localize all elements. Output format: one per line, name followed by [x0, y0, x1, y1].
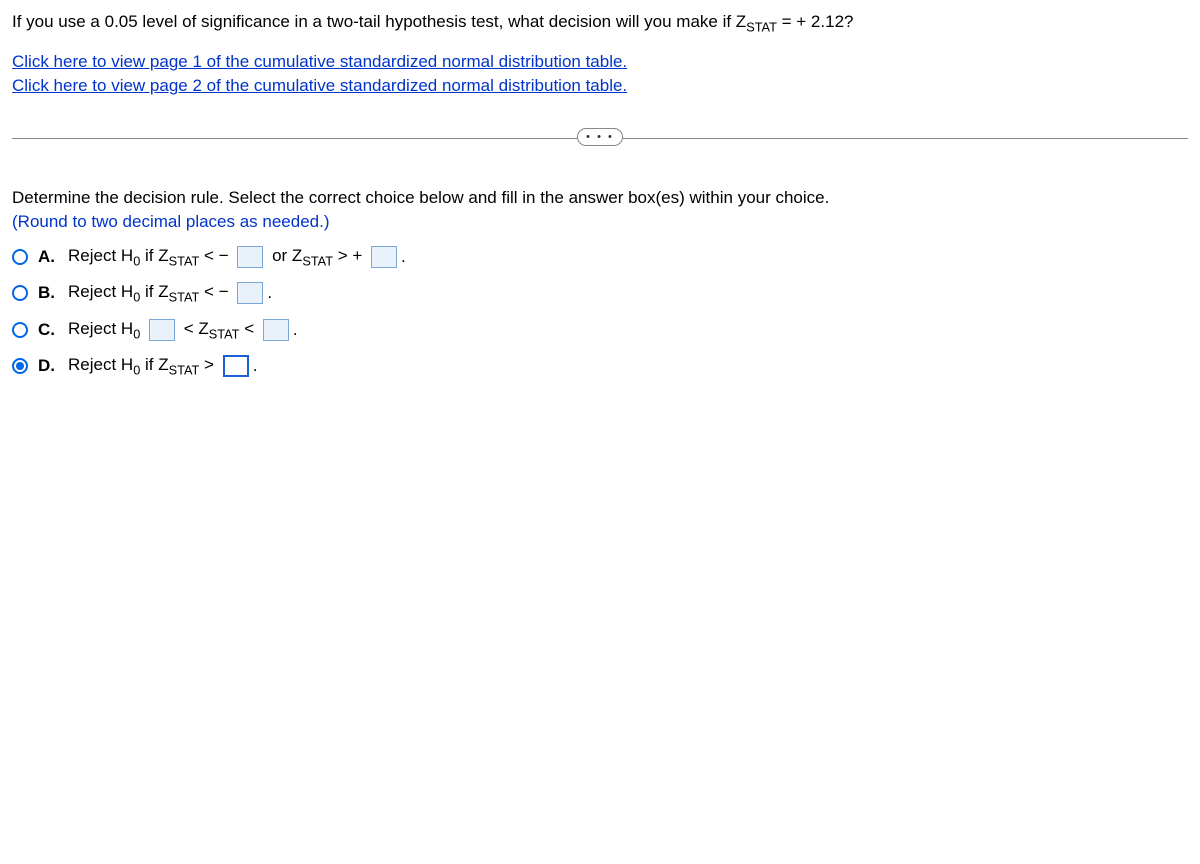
link-table-page1[interactable]: Click here to view page 1 of the cumulat…: [12, 52, 627, 71]
choice-d-content: Reject H0 if ZSTAT > .: [68, 355, 257, 377]
links-block: Click here to view page 1 of the cumulat…: [12, 50, 1188, 98]
instruction-text: Determine the decision rule. Select the …: [12, 188, 1188, 208]
choices-group: A. Reject H0 if ZSTAT < − or ZSTAT > + .…: [12, 246, 1188, 378]
choice-c-input-2[interactable]: [263, 319, 289, 341]
choice-d-row: D. Reject H0 if ZSTAT > .: [12, 355, 1188, 377]
choice-c-period: .: [293, 320, 298, 340]
choice-a-row: A. Reject H0 if ZSTAT < − or ZSTAT > + .: [12, 246, 1188, 268]
pill-dots: • • •: [586, 131, 614, 143]
choice-b-seg: Reject H0 if ZSTAT < −: [68, 282, 233, 304]
question-pre: If you use a 0.05 level of significance …: [12, 12, 746, 31]
choice-c-content: Reject H0 < ZSTAT < .: [68, 319, 298, 341]
choice-a-input-2[interactable]: [371, 246, 397, 268]
choice-b-content: Reject H0 if ZSTAT < − .: [68, 282, 272, 304]
choice-c-input-1[interactable]: [149, 319, 175, 341]
choice-a-content: Reject H0 if ZSTAT < − or ZSTAT > + .: [68, 246, 406, 268]
choice-b-period: .: [267, 283, 272, 303]
choice-b-row: B. Reject H0 if ZSTAT < − .: [12, 282, 1188, 304]
radio-d[interactable]: [12, 358, 28, 374]
choice-d-seg: Reject H0 if ZSTAT >: [68, 355, 219, 377]
choice-a-letter: A.: [38, 247, 58, 267]
rounding-note: (Round to two decimal places as needed.): [12, 212, 1188, 232]
choice-d-letter: D.: [38, 356, 58, 376]
choice-a-seg2: or ZSTAT > +: [267, 246, 367, 268]
choice-c-seg-mid: < ZSTAT <: [179, 319, 259, 341]
choice-d-input[interactable]: [223, 355, 249, 377]
radio-b[interactable]: [12, 285, 28, 301]
choice-b-letter: B.: [38, 283, 58, 303]
radio-c[interactable]: [12, 322, 28, 338]
choice-c-letter: C.: [38, 320, 58, 340]
choice-a-seg1: Reject H0 if ZSTAT < −: [68, 246, 233, 268]
choice-c-row: C. Reject H0 < ZSTAT < .: [12, 319, 1188, 341]
choice-a-period: .: [401, 247, 406, 267]
choice-b-input[interactable]: [237, 282, 263, 304]
choice-d-period: .: [253, 356, 258, 376]
section-divider: • • •: [12, 128, 1188, 148]
question-sub: STAT: [746, 19, 777, 34]
choice-c-seg-pre: Reject H0: [68, 319, 145, 341]
link-table-page2[interactable]: Click here to view page 2 of the cumulat…: [12, 76, 627, 95]
expand-pill[interactable]: • • •: [577, 128, 623, 146]
choice-a-input-1[interactable]: [237, 246, 263, 268]
question-text: If you use a 0.05 level of significance …: [12, 10, 1188, 36]
question-post: = + 2.12?: [777, 12, 854, 31]
radio-a[interactable]: [12, 249, 28, 265]
